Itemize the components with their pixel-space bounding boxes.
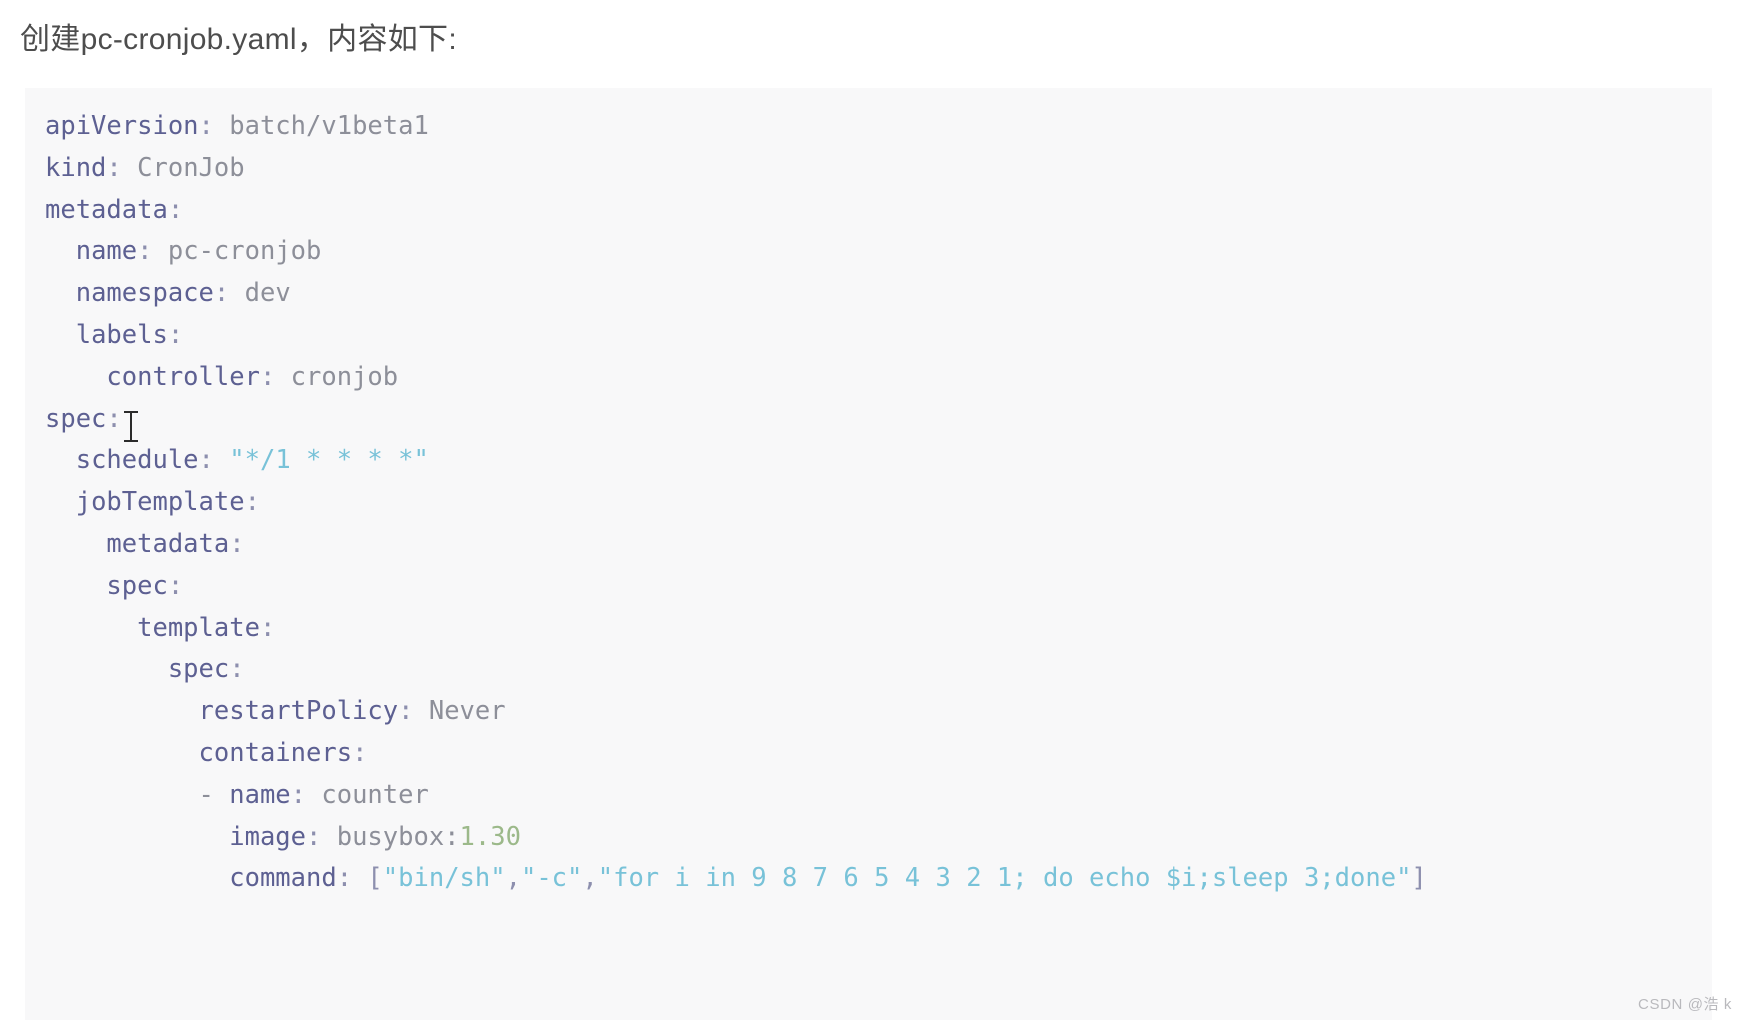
code-separator: : — [306, 821, 337, 852]
code-key: apiVersion — [45, 111, 199, 141]
code-line: spec: — [45, 566, 1712, 608]
code-key: metadata — [45, 194, 168, 225]
code-value-string: "bin/sh" — [382, 863, 506, 894]
code-value-string: "*/1 * * * *" — [229, 445, 429, 476]
code-lines[interactable]: apiVersion: batch/v1beta1 kind: CronJob me… — [45, 106, 1712, 900]
code-punct: [ — [367, 863, 383, 894]
code-line: labels: — [45, 315, 1712, 357]
code-separator: : — [259, 612, 276, 643]
code-key: jobTemplate — [75, 487, 245, 518]
code-key: kind — [45, 152, 107, 183]
code-line: apiVersion: batch/v1beta1 — [45, 106, 1712, 148]
intro-paragraph: 创建pc-cronjob.yaml，内容如下: — [20, 23, 457, 56]
code-punct: ] — [1411, 863, 1427, 894]
code-separator: : — [167, 194, 184, 225]
code-line: restartPolicy: Never — [45, 691, 1712, 733]
code-line: containers: — [45, 733, 1712, 775]
code-value: dev — [244, 278, 291, 309]
code-separator: : — [106, 403, 122, 434]
code-separator: : — [213, 278, 245, 309]
code-separator: : — [398, 696, 429, 727]
watermark: CSDN @浩 k — [1638, 996, 1732, 1013]
code-line: metadata: — [45, 524, 1712, 566]
code-separator: : — [167, 570, 184, 601]
code-key: spec — [167, 654, 230, 685]
code-key: controller — [106, 361, 260, 392]
code-key: name — [229, 779, 291, 810]
code-separator: : — [290, 779, 322, 810]
code-value: counter — [321, 779, 429, 810]
code-line: command: ["bin/sh","-c","for i in 9 8 7 … — [45, 858, 1712, 900]
code-key: schedule — [75, 445, 199, 476]
code-line: name: pc-cronjob — [45, 231, 1712, 273]
code-line: spec: — [45, 649, 1712, 691]
code-line: image: busybox:1.30 — [45, 817, 1712, 859]
code-key: restartPolicy — [198, 696, 399, 727]
code-key: name — [75, 236, 138, 267]
code-value: CronJob — [137, 152, 245, 183]
code-punct: , — [505, 863, 521, 894]
code-block[interactable]: apiVersion: batch/v1beta1 kind: CronJob me… — [25, 88, 1712, 1020]
code-key: namespace — [75, 278, 214, 309]
code-line: metadata: — [45, 190, 1712, 232]
code-separator: : — [259, 361, 291, 392]
code-value-number: 1.30 — [459, 821, 521, 852]
code-line: spec: — [45, 399, 1712, 441]
code-line: controller: cronjob — [45, 357, 1712, 399]
code-value-string: "-c" — [520, 863, 583, 894]
code-key: spec — [106, 570, 168, 601]
code-line: template: — [45, 608, 1712, 650]
page-root: 创建pc-cronjob.yaml，内容如下: apiVersion: batc… — [0, 0, 1746, 1020]
code-separator: : — [352, 737, 368, 768]
code-indent: - — [45, 779, 230, 810]
code-key: containers — [198, 737, 353, 768]
code-key: labels — [75, 319, 168, 350]
code-separator: : — [336, 863, 368, 894]
code-value-string: "for i in 9 8 7 6 5 4 3 2 1; do echo $i;… — [597, 863, 1412, 894]
code-separator: : — [229, 528, 245, 559]
code-separator: : — [106, 152, 138, 183]
code-key: metadata — [106, 528, 230, 559]
code-line: schedule: "*/1 * * * *" — [45, 440, 1712, 482]
code-separator: : — [137, 236, 168, 267]
code-key: template — [137, 612, 260, 643]
code-value: pc-cronjob — [167, 236, 322, 267]
code-key: command — [229, 863, 337, 894]
code-key: spec — [45, 403, 107, 434]
code-separator: : — [198, 111, 230, 141]
code-separator: : — [167, 319, 184, 350]
code-line: kind: CronJob — [45, 148, 1712, 190]
code-separator: : — [198, 445, 230, 476]
code-separator: : — [229, 654, 245, 685]
code-value: batch/v1beta1 — [229, 111, 429, 141]
code-punct: , — [582, 863, 598, 894]
code-value: Never — [428, 696, 506, 727]
code-value: busybox: — [336, 821, 460, 852]
code-key: image — [229, 821, 306, 852]
code-line: jobTemplate: — [45, 482, 1712, 524]
code-line: namespace: dev — [45, 273, 1712, 315]
code-separator: : — [244, 487, 260, 518]
code-line: - name: counter — [45, 775, 1712, 817]
code-value: cronjob — [290, 361, 399, 392]
